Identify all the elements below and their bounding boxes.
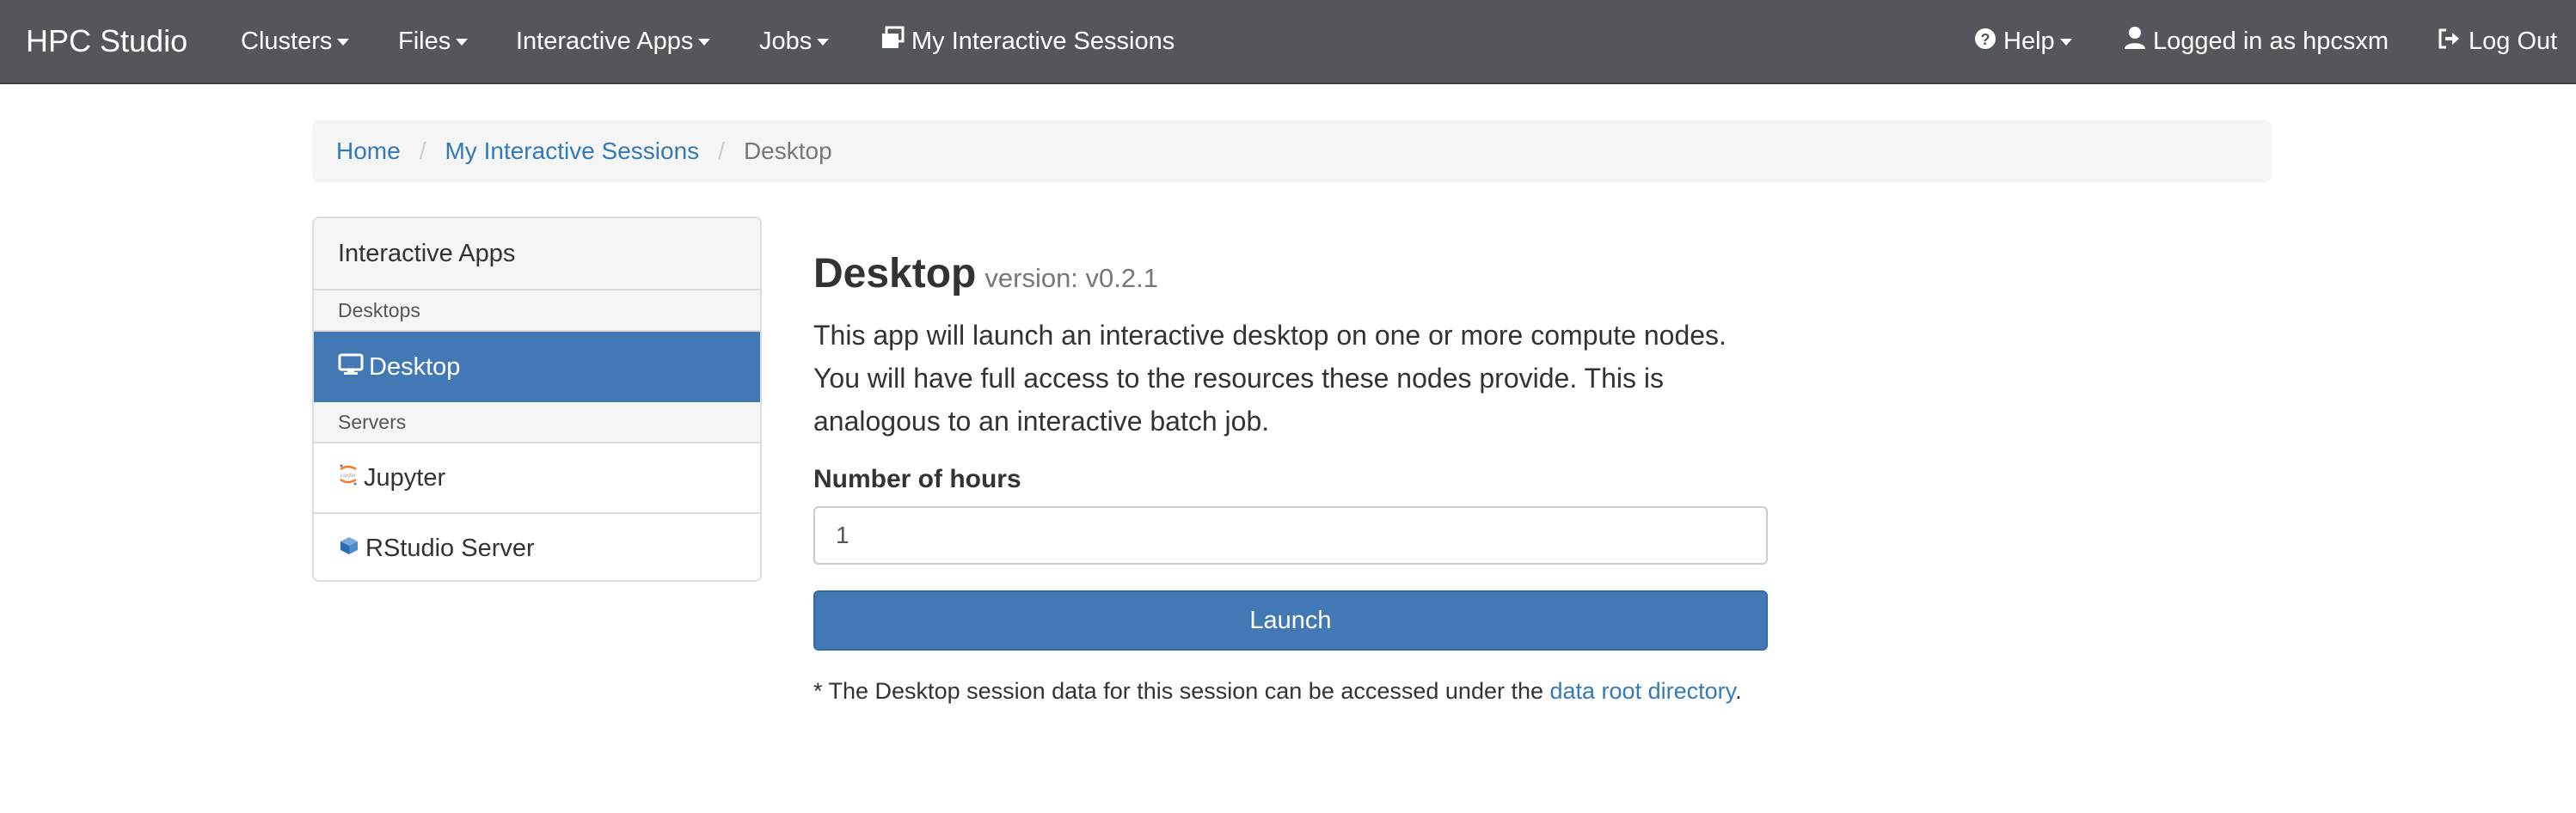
breadcrumb: Home / My Interactive Sessions / Desktop [312,120,2272,182]
rstudio-cube-icon [338,515,360,580]
interactive-apps-menu-label: Interactive Apps [516,28,694,55]
hours-label: Number of hours [813,465,1021,493]
log-out-link[interactable]: Log Out [2438,0,2557,83]
svg-text:jupyter: jupyter [340,474,356,479]
hours-input[interactable]: 1 [813,506,1768,565]
clusters-menu-label: Clusters [241,28,333,55]
interactive-apps-menu[interactable]: Interactive Apps [516,0,711,83]
sidebar-category-desktops: Desktops [314,290,760,332]
breadcrumb-separator: / [419,138,426,164]
clusters-menu[interactable]: Clusters [241,0,350,83]
note-suffix: . [1735,678,1742,704]
app-title: Desktop [813,251,977,296]
sidebar-item-rstudio-server[interactable]: RStudio Server [314,514,760,580]
sidebar-item-label: Desktop [369,353,461,381]
breadcrumb-separator: / [718,138,725,164]
app-description: This app will launch an interactive desk… [813,314,1769,443]
user-indicator: Logged in as hpcsxm [2124,0,2389,83]
svg-text:?: ? [1981,31,1990,48]
question-circle-icon: ? [1974,1,1996,83]
breadcrumb-home-link[interactable]: Home [336,138,401,164]
top-navbar: HPC Studio Clusters Files Interactive Ap… [0,0,2576,84]
files-menu[interactable]: Files [398,0,469,83]
caret-down-icon [456,39,469,46]
files-menu-label: Files [398,28,451,55]
interactive-apps-sidebar: Interactive Apps Desktops Desktop Server… [312,217,762,582]
description-line: This app will launch an interactive desk… [813,320,1727,351]
launch-button[interactable]: Launch [813,590,1768,651]
help-menu[interactable]: ? Help [1974,0,2072,83]
jupyter-logo-icon: jupyter [338,444,359,513]
user-icon [2124,1,2146,83]
sessions-link-label: My Interactive Sessions [911,28,1175,55]
note-prefix: * The Desktop session data for this sess… [813,678,1550,704]
user-label: Logged in as hpcsxm [2153,28,2389,55]
monitor-icon [338,333,364,403]
sidebar-item-jupyter[interactable]: jupyter Jupyter [314,443,760,514]
app-version: version: v0.2.1 [984,263,1158,293]
log-out-label: Log Out [2469,28,2558,55]
breadcrumb-current: Desktop [743,138,832,164]
sidebar-item-label: Jupyter [364,464,446,492]
description-line: You will have full access to the resourc… [813,363,1664,394]
data-root-directory-link[interactable]: data root directory [1550,678,1736,704]
data-root-note: * The Desktop session data for this sess… [813,678,1769,705]
description-line: analogous to an interactive batch job. [813,406,1270,437]
app-launch-panel: Desktop version: v0.2.1 This app will lau… [813,249,1769,705]
sidebar-category-servers: Servers [314,402,760,443]
sign-out-icon [2438,1,2462,83]
sidebar-item-desktop[interactable]: Desktop [314,332,760,402]
breadcrumb-sessions-link[interactable]: My Interactive Sessions [445,138,699,164]
sidebar-heading: Interactive Apps [314,218,760,290]
jobs-menu-label: Jobs [759,28,813,55]
sidebar-item-label: RStudio Server [365,535,535,562]
caret-down-icon [817,39,830,46]
my-interactive-sessions-link[interactable]: My Interactive Sessions [880,0,1175,83]
caret-down-icon [337,39,350,46]
windows-icon [880,1,905,83]
caret-down-icon [698,39,711,46]
app-title-row: Desktop version: v0.2.1 [813,249,1769,303]
brand-link[interactable]: HPC Studio [26,0,187,83]
help-menu-label: Help [2003,28,2055,55]
jobs-menu[interactable]: Jobs [759,0,830,83]
caret-down-icon [2059,39,2072,46]
